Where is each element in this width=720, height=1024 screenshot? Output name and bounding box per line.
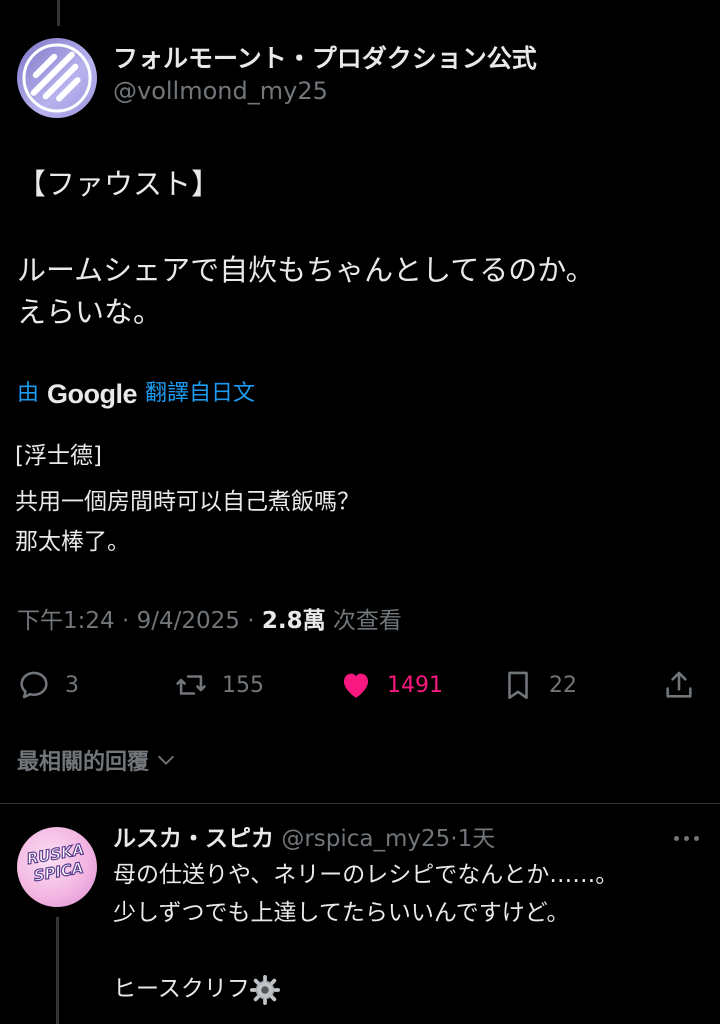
like-button[interactable]: 1491 — [339, 662, 443, 708]
reply-line-3 — [113, 932, 618, 970]
translation-source-label: 翻譯自日文 — [145, 381, 256, 406]
translation-attribution[interactable]: 由 Google 翻譯自日文 — [17, 378, 255, 410]
author-display-name[interactable]: フォルモーント・プロダクション公式 — [113, 42, 537, 76]
bookmark-button[interactable]: 22 — [501, 662, 577, 708]
post-text-line-3: えらいな。 — [17, 295, 163, 329]
reply-text: 母の仕送りや、ネリーのレシピでなんとか……。 少しずつでも上達してたらいいんですけ… — [113, 856, 618, 1008]
reply-line-2: 少しずつでも上達してたらいいんですけど。 — [113, 900, 570, 926]
repost-icon — [176, 675, 206, 695]
bookmark-icon — [508, 671, 528, 700]
post-metadata: 下午1:24 · 9/4/2025 · 2.8萬 次查看 — [17, 605, 402, 637]
post-author[interactable]: フォルモーント・プロダクション公式 @vollmond_my25 — [113, 42, 537, 106]
like-count: 1491 — [387, 672, 443, 698]
more-dot-icon — [684, 836, 689, 841]
gear-icon — [249, 974, 280, 1005]
post-text-line-2: ルームシェアで自炊もちゃんとしてるのか。 — [17, 253, 595, 287]
translated-line-1: [浮士德] — [15, 443, 102, 469]
reply-author-name[interactable]: ルスカ・スピカ — [113, 826, 274, 852]
meta-separator: · — [121, 608, 130, 634]
bookmark-count: 22 — [549, 672, 577, 698]
views-count[interactable]: 2.8萬 — [262, 608, 326, 634]
reply-age[interactable]: 1天 — [458, 826, 496, 852]
translated-line-2: 共用一個房間時可以自己煮飯嗎？ — [15, 489, 360, 515]
chevron-down-icon — [158, 755, 174, 765]
reply-icon — [20, 671, 48, 699]
more-dot-icon — [674, 836, 679, 841]
reply-line-4-wrap: ヒースクリフ — [113, 970, 618, 1008]
avatar-logo-text: RUSKA SPICA — [25, 840, 86, 886]
post-action-bar: 3 155 1491 22 — [0, 662, 720, 708]
post-time[interactable]: 下午1:24 — [17, 608, 115, 634]
more-dot-icon — [694, 836, 699, 841]
thread-connector-top — [57, 0, 60, 26]
share-button[interactable] — [662, 662, 696, 708]
meta-separator: · — [247, 608, 255, 634]
replies-sort-label: 最相關的回覆 — [17, 750, 150, 775]
more-options-button[interactable] — [674, 836, 699, 841]
reply-separator: · — [450, 826, 458, 852]
replies-sort-dropdown[interactable]: 最相關的回覆 — [17, 744, 177, 776]
reply-author-handle[interactable]: @rspica_my25 — [281, 826, 450, 852]
google-logo: Google — [47, 379, 138, 409]
reply-header: ルスカ・スピカ @rspica_my25·1天 — [113, 823, 495, 855]
reply-count: 3 — [65, 672, 79, 698]
author-handle[interactable]: @vollmond_my25 — [113, 76, 537, 106]
reply-button[interactable]: 3 — [17, 662, 79, 708]
thread-connector-reply — [56, 917, 59, 1024]
translation-by-label: 由 — [17, 381, 40, 406]
views-label[interactable]: 次查看 — [333, 608, 402, 634]
post-text-line-1: 【ファウスト】 — [17, 167, 221, 201]
post-date[interactable]: 9/4/2025 — [137, 608, 240, 634]
brand-logo-icon — [22, 43, 92, 113]
reply-author-avatar[interactable]: RUSKA SPICA — [17, 827, 97, 907]
reply-line-4: ヒースクリフ — [113, 976, 250, 1002]
share-icon — [666, 671, 692, 698]
divider — [0, 803, 720, 804]
author-avatar[interactable] — [17, 38, 97, 118]
translated-line-3: 那太棒了。 — [15, 529, 130, 555]
repost-count: 155 — [222, 672, 264, 698]
heart-filled-icon — [343, 673, 369, 698]
reply-line-1: 母の仕送りや、ネリーのレシピでなんとか……。 — [113, 862, 619, 888]
repost-button[interactable]: 155 — [174, 662, 264, 708]
